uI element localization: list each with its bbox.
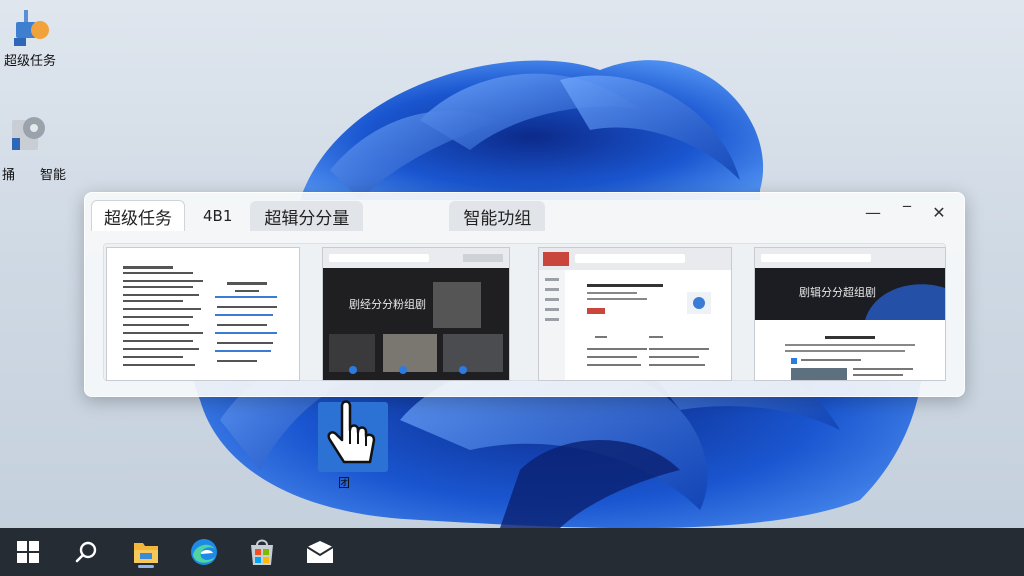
edge-button[interactable] [184, 534, 224, 570]
tab-split[interactable]: 超辑分分量 [250, 201, 364, 231]
tab-label: 4B1 [203, 207, 233, 225]
close-button[interactable]: ✕ [925, 201, 953, 223]
desktop-icon-super-task[interactable]: 超级任务 [4, 8, 56, 69]
window-thumbnail-webapp[interactable] [538, 247, 732, 381]
active-indicator [138, 565, 154, 568]
article-headline: 剧辑分分超组剧 [799, 286, 876, 299]
taskbar [0, 528, 1024, 576]
tab-label: 超辑分分量 [264, 208, 350, 229]
gallery-preview [323, 248, 509, 380]
tab-label: 超级任务 [104, 208, 172, 229]
webapp-preview [539, 248, 731, 380]
mail-icon [306, 541, 334, 563]
close-icon: ✕ [932, 202, 946, 222]
search-button[interactable] [66, 534, 106, 570]
hand-cursor-icon [318, 400, 388, 472]
minimize-button[interactable]: — [859, 201, 887, 223]
tab-bar: 超级任务 4B1 超辑分分量 智能功组 [91, 199, 854, 231]
document-preview [107, 248, 299, 380]
edge-icon [191, 539, 217, 565]
minimize-icon: — [865, 202, 881, 222]
store-button[interactable] [242, 534, 282, 570]
tab-4b1[interactable]: 4B1 [191, 201, 244, 231]
restore-icon: ‾ [903, 202, 911, 222]
thumbnail-strip: 剧经分分粉组剧 剧辑分分超组剧 [103, 243, 946, 381]
desktop-icon-smart[interactable] [8, 112, 48, 152]
tab-label: 智能功组 [463, 208, 532, 229]
restore-button[interactable]: ‾ [893, 201, 921, 223]
gallery-headline: 剧经分分粉组剧 [349, 298, 426, 311]
app-folder-icon [14, 10, 49, 46]
store-icon [251, 539, 273, 565]
gear-document-icon [12, 117, 45, 150]
article-preview [755, 248, 945, 380]
start-icon [17, 541, 39, 563]
search-icon [75, 541, 97, 563]
tab-smart-group[interactable]: 智能功组 [449, 201, 546, 231]
window-thumbnail-document[interactable] [106, 247, 300, 381]
desktop-icon-label-right: 智能 [40, 168, 67, 183]
tab-super-task[interactable]: 超级任务 [91, 200, 185, 231]
file-explorer-icon [134, 543, 158, 563]
desktop-icon-label-left: 捅 [2, 168, 16, 183]
window-thumbnail-gallery[interactable]: 剧经分分粉组剧 [322, 247, 510, 381]
window-thumbnail-article[interactable]: 剧辑分分超组剧 [754, 247, 946, 381]
file-explorer-button[interactable] [126, 534, 166, 570]
desktop-icon-label: 超级任务 [4, 54, 57, 69]
start-button[interactable] [8, 534, 48, 570]
mail-button[interactable] [300, 534, 340, 570]
task-switcher-window: 超级任务 4B1 超辑分分量 智能功组 — ‾ ✕ 剧经分分粉组剧 剧辑分分超组… [84, 192, 965, 397]
cursor-caption: 团 [338, 476, 351, 490]
